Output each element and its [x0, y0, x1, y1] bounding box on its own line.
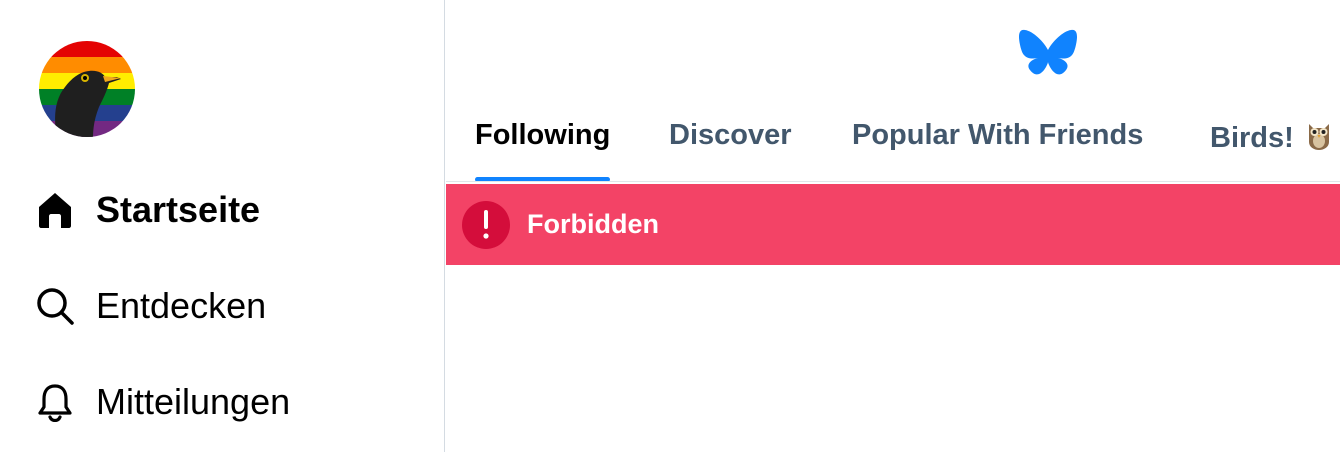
home-icon	[34, 189, 76, 231]
blackbird-avatar-icon	[39, 41, 135, 137]
sidebar-item-home[interactable]: Startseite	[34, 182, 260, 238]
owl-icon	[1306, 118, 1332, 158]
tab-discover[interactable]: Discover	[669, 96, 792, 181]
error-banner: Forbidden	[446, 184, 1340, 265]
sidebar-item-notifications[interactable]: Mitteilungen	[34, 374, 290, 430]
sidebar-item-label: Mitteilungen	[96, 381, 291, 422]
app-window: Startseite Entdecken Mitteilungen Follow…	[0, 0, 1340, 452]
tab-birds[interactable]: Birds!	[1210, 96, 1332, 181]
sidebar-item-label: Startseite	[96, 189, 261, 230]
sidebar-item-explore[interactable]: Entdecken	[34, 278, 266, 334]
exclamation-icon	[462, 200, 510, 249]
tab-popular-with-friends[interactable]: Popular With Friends	[852, 96, 1144, 181]
error-message: Forbidden	[527, 209, 659, 239]
left-sidebar: Startseite Entdecken Mitteilungen	[0, 0, 445, 452]
butterfly-logo-icon[interactable]	[1019, 28, 1077, 80]
main-feed: Following Discover Popular With Friends …	[446, 0, 1340, 452]
tab-following[interactable]: Following	[475, 96, 611, 181]
user-avatar[interactable]	[39, 41, 135, 137]
bell-icon	[34, 381, 76, 423]
feed-tabs: Following Discover Popular With Friends …	[446, 96, 1340, 182]
sidebar-item-label: Entdecken	[96, 285, 267, 326]
tab-label: Following	[475, 119, 611, 151]
search-icon	[34, 285, 76, 327]
active-tab-indicator	[475, 177, 611, 181]
tab-label: Discover	[669, 119, 792, 151]
tab-label-wrapper: Birds!	[1210, 118, 1332, 158]
tab-label: Popular With Friends	[852, 119, 1144, 151]
tab-label: Birds!	[1210, 122, 1294, 154]
